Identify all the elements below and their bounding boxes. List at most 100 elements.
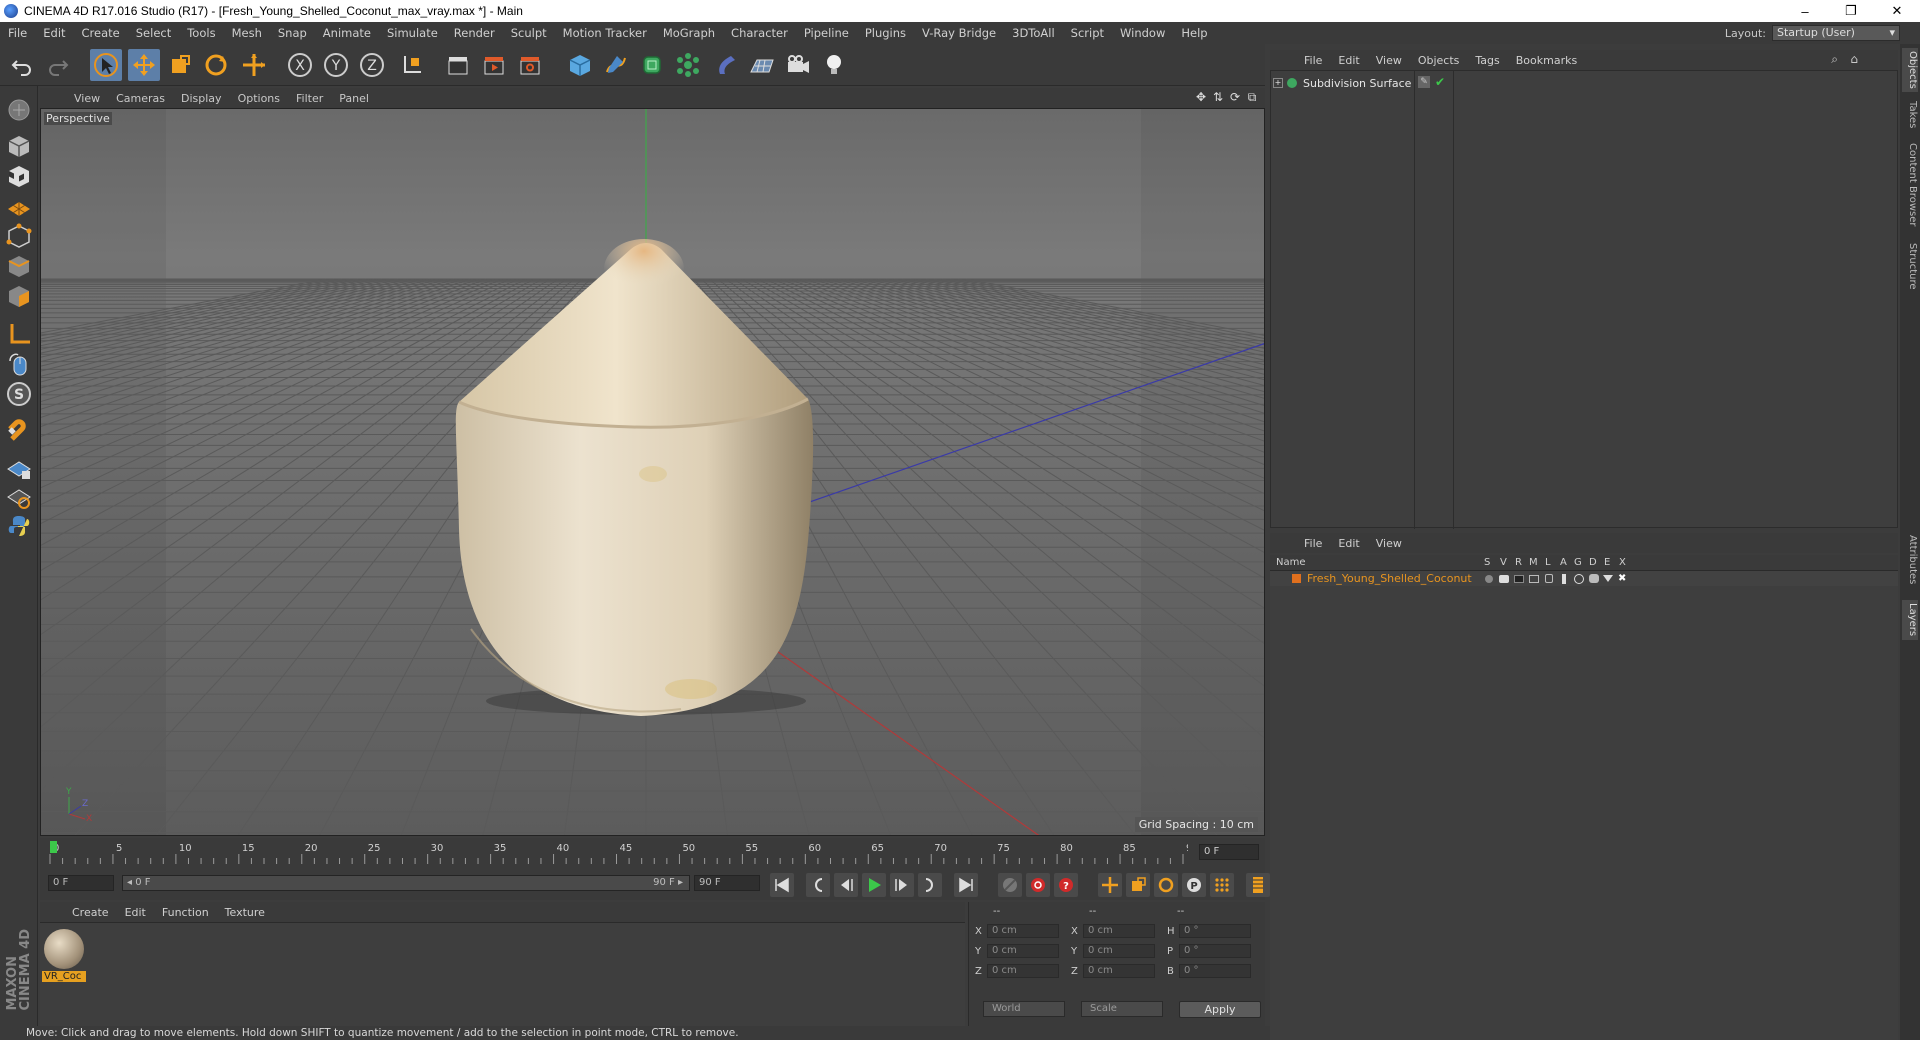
transform-tool[interactable] — [238, 49, 270, 81]
material-swatch[interactable]: VR_Coc — [42, 927, 86, 983]
solo-mode-button[interactable]: S — [3, 378, 35, 410]
layers-menu-file[interactable]: File — [1296, 537, 1330, 550]
z-axis-lock[interactable]: Z — [356, 49, 388, 81]
locked-workplane-button[interactable] — [3, 452, 35, 484]
size-y-field[interactable]: 0 cm — [1083, 944, 1155, 958]
object-row[interactable]: + Subdivision Surface — [1273, 75, 1411, 91]
material-menu-edit[interactable]: Edit — [117, 906, 154, 919]
tab-attributes[interactable]: Attributes — [1902, 532, 1918, 588]
viewport-menu-cameras[interactable]: Cameras — [108, 92, 173, 105]
layer-row[interactable]: Fresh_Young_Shelled_Coconut ✖ — [1270, 571, 1898, 586]
close-button[interactable]: ✕ — [1874, 0, 1920, 22]
coordinate-space-dropdown[interactable]: World — [983, 1001, 1065, 1017]
edges-mode-button[interactable] — [3, 250, 35, 282]
record-point-level-button[interactable] — [1210, 873, 1234, 897]
objects-menu-view[interactable]: View — [1368, 54, 1410, 67]
record-scale-button[interactable] — [1126, 873, 1150, 897]
viewport-menu-options[interactable]: Options — [230, 92, 288, 105]
autokey-button[interactable]: ? — [1054, 873, 1078, 897]
scale-tool[interactable] — [164, 49, 196, 81]
maximize-view-icon[interactable]: ⧉ — [1245, 90, 1259, 104]
axis-mode-button[interactable] — [3, 318, 35, 350]
menu-script[interactable]: Script — [1063, 26, 1112, 40]
position-y-field[interactable]: 0 cm — [987, 944, 1059, 958]
menu-edit[interactable]: Edit — [35, 26, 73, 40]
menu-select[interactable]: Select — [128, 26, 179, 40]
material-menu-texture[interactable]: Texture — [217, 906, 273, 919]
render-clapper-icon[interactable] — [1514, 574, 1524, 583]
tweak-mode-button[interactable] — [3, 348, 35, 380]
cube-object-button[interactable] — [564, 49, 596, 81]
make-editable-button[interactable] — [3, 94, 35, 126]
menu-plugins[interactable]: Plugins — [857, 26, 914, 40]
position-x-field[interactable]: 0 cm — [987, 924, 1059, 938]
play-button[interactable] — [862, 873, 886, 897]
menu-simulate[interactable]: Simulate — [379, 26, 446, 40]
edit-toggle-icon[interactable]: ✎ — [1418, 76, 1430, 88]
generator-icon[interactable] — [1574, 573, 1584, 584]
lock-icon[interactable] — [1545, 574, 1553, 583]
menu-3dtoall[interactable]: 3DToAll — [1004, 26, 1063, 40]
record-parameter-button[interactable]: P — [1182, 873, 1206, 897]
tab-objects[interactable]: Objects — [1902, 48, 1918, 92]
motion-record-button[interactable] — [998, 873, 1022, 897]
viewport-menu-panel[interactable]: Panel — [331, 92, 377, 105]
search-icon[interactable]: ⌕ — [1831, 52, 1838, 67]
objects-menu-file[interactable]: File — [1296, 54, 1330, 67]
menu-window[interactable]: Window — [1112, 26, 1173, 40]
layout-dropdown[interactable]: Startup (User) — [1772, 25, 1900, 41]
preview-range-slider[interactable]: ◂ 0 F 90 F ▸ — [122, 875, 690, 891]
menu-pipeline[interactable]: Pipeline — [796, 26, 857, 40]
snap-button[interactable] — [3, 416, 35, 448]
material-menu-create[interactable]: Create — [64, 906, 117, 919]
rotate-tool[interactable] — [200, 49, 232, 81]
menu-sculpt[interactable]: Sculpt — [503, 26, 555, 40]
solo-dot-icon[interactable] — [1485, 574, 1493, 583]
dolly-icon[interactable]: ⇅ — [1211, 90, 1225, 104]
enabled-check-icon[interactable]: ✔ — [1435, 75, 1445, 89]
apply-button[interactable]: Apply — [1179, 1001, 1261, 1018]
next-keyframe-button[interactable] — [918, 873, 942, 897]
deformer-icon[interactable] — [1589, 574, 1599, 583]
coordinate-system-button[interactable] — [396, 49, 428, 81]
menu-character[interactable]: Character — [723, 26, 796, 40]
polygons-mode-button[interactable] — [3, 280, 35, 312]
deformer-button[interactable] — [710, 49, 742, 81]
size-x-field[interactable]: 0 cm — [1083, 924, 1155, 938]
3d-viewport[interactable]: Y X Z Perspective Grid Spacing : 10 cm — [40, 108, 1265, 836]
manager-list-icon[interactable] — [1529, 574, 1539, 583]
rotation-b-field[interactable]: 0 ° — [1179, 964, 1251, 978]
orbit-icon[interactable]: ⟳ — [1228, 90, 1242, 104]
spline-pen-button[interactable] — [600, 49, 632, 81]
expand-icon[interactable]: + — [1273, 78, 1283, 88]
record-keyframe-button[interactable] — [1026, 873, 1050, 897]
size-mode-dropdown[interactable]: Scale — [1081, 1001, 1163, 1017]
tab-structure[interactable]: Structure — [1902, 240, 1918, 292]
xref-icon[interactable]: ✖ — [1618, 573, 1626, 584]
python-script-button[interactable] — [3, 510, 35, 542]
subdivision-surface-button[interactable] — [636, 49, 668, 81]
texture-mode-button[interactable] — [3, 160, 35, 192]
menu-create[interactable]: Create — [74, 26, 128, 40]
points-mode-button[interactable] — [3, 220, 35, 252]
x-axis-lock[interactable]: X — [284, 49, 316, 81]
size-z-field[interactable]: 0 cm — [1083, 964, 1155, 978]
expression-icon[interactable] — [1603, 575, 1613, 582]
playhead-marker[interactable] — [50, 841, 57, 853]
go-to-start-button[interactable] — [770, 873, 794, 897]
rotation-h-field[interactable]: 0 ° — [1179, 924, 1251, 938]
menu-help[interactable]: Help — [1173, 26, 1215, 40]
redo-button[interactable] — [42, 49, 74, 81]
end-frame-field[interactable]: 90 F — [694, 875, 760, 891]
material-menu-function[interactable]: Function — [154, 906, 217, 919]
home-icon[interactable]: ⌂ — [1850, 52, 1858, 66]
menu-tools[interactable]: Tools — [179, 26, 223, 40]
render-to-picture-viewer-button[interactable] — [478, 49, 510, 81]
render-settings-button[interactable] — [514, 49, 546, 81]
tab-layers[interactable]: Layers — [1902, 600, 1918, 640]
maximize-button[interactable]: ❐ — [1828, 0, 1874, 22]
floor-button[interactable] — [746, 49, 778, 81]
menu-vray-bridge[interactable]: V-Ray Bridge — [914, 26, 1004, 40]
model-mode-button[interactable] — [3, 130, 35, 162]
timeline-ruler[interactable]: 051015202530354045505560657075808590 0 F — [40, 838, 1265, 868]
